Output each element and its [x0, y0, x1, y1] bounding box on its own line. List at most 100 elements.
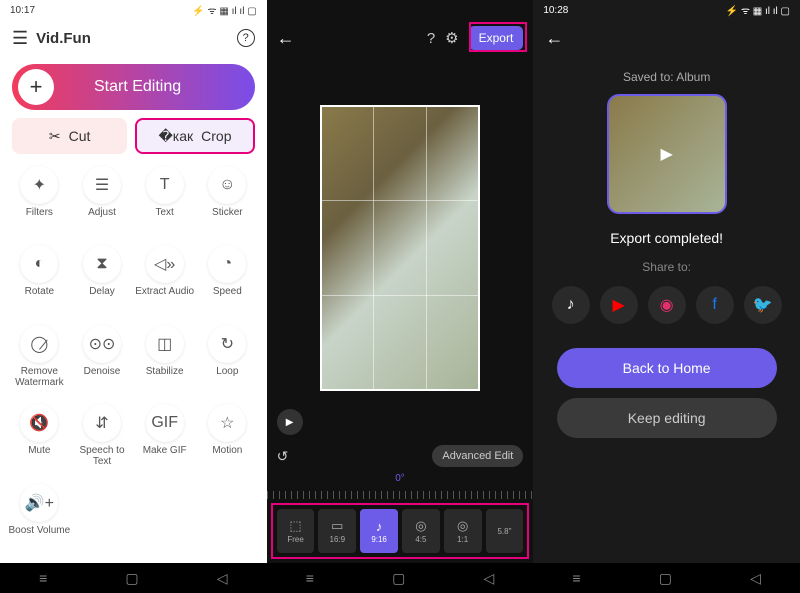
tool-label: Boost Volume: [8, 525, 70, 547]
ratio-Free[interactable]: ⬚Free: [277, 509, 315, 553]
nav-home-icon[interactable]: ▢: [125, 570, 138, 587]
tool-filters[interactable]: ✦Filters: [8, 166, 71, 241]
tool-icon: T: [146, 166, 184, 204]
tool-icon: ☺: [208, 166, 246, 204]
ratio-58[interactable]: 5.8": [486, 509, 524, 553]
crop-frame[interactable]: [320, 105, 480, 391]
ratio-916[interactable]: ♪9:16: [360, 509, 398, 553]
status-icons: ⚡ ᯤ ▦ ıl ıl ▢: [726, 3, 790, 17]
tool-motion[interactable]: ☆Motion: [196, 404, 259, 479]
keep-editing-button[interactable]: Keep editing: [557, 398, 777, 438]
tool-adjust[interactable]: ☰Adjust: [71, 166, 134, 241]
tool-text[interactable]: T Text: [133, 166, 196, 241]
tool-label: Text: [155, 207, 173, 229]
ratio-45[interactable]: ◎4:5: [402, 509, 440, 553]
advanced-edit-button[interactable]: Advanced Edit: [432, 445, 523, 467]
export-content: Saved to: Album ▶ Export completed! Shar…: [533, 56, 800, 563]
tool-make-gif[interactable]: GIF Make GIF: [133, 404, 196, 479]
app-header: ☰ Vid.Fun ?: [0, 20, 267, 56]
edit-bar: ↺ Advanced Edit: [267, 439, 534, 473]
start-editing-label: Start Editing: [94, 78, 181, 96]
tool-icon: ◁»: [146, 245, 184, 283]
back-icon[interactable]: ←: [545, 28, 563, 49]
menu-icon[interactable]: ☰: [12, 28, 28, 49]
nav-recent-icon[interactable]: ≡: [39, 570, 47, 586]
ratio-label: 9:16: [371, 535, 387, 544]
tool-boost-volume[interactable]: 🔊+Boost Volume: [8, 484, 71, 559]
tool-loop[interactable]: ↻Loop: [196, 325, 259, 400]
status-time: 10:17: [10, 5, 35, 16]
tool-sticker[interactable]: ☺Sticker: [196, 166, 259, 241]
help-icon[interactable]: ?: [237, 29, 255, 47]
tool-label: Denoise: [84, 366, 121, 388]
android-nav: ≡ ▢ ◁: [267, 563, 534, 593]
android-nav: ≡ ▢ ◁: [0, 563, 267, 593]
help-icon[interactable]: ?: [427, 30, 435, 47]
highlight-annotation: [469, 22, 527, 52]
tool-speed[interactable]: ◔Speed: [196, 245, 259, 320]
tool-mute[interactable]: 🔇Mute: [8, 404, 71, 479]
tool-label: Remove Watermark: [8, 366, 71, 388]
tool-icon: ◔: [208, 245, 246, 283]
undo-icon[interactable]: ↺: [277, 448, 289, 465]
tool-icon: ☆: [208, 404, 246, 442]
tool-icon: ◐: [20, 245, 58, 283]
cut-button[interactable]: ✂ Cut: [12, 118, 127, 154]
back-to-home-button[interactable]: Back to Home: [557, 348, 777, 388]
nav-back-icon[interactable]: ◁: [217, 570, 228, 587]
nav-back-icon[interactable]: ◁: [483, 570, 494, 587]
rotation-value: 0°: [395, 473, 405, 484]
nav-recent-icon[interactable]: ≡: [572, 570, 580, 586]
share-label: Share to:: [642, 260, 691, 274]
ratio-label: 1:1: [457, 535, 468, 544]
ratio-label: 4:5: [415, 535, 426, 544]
tool-delay[interactable]: ⧗ Delay: [71, 245, 134, 320]
back-icon[interactable]: ←: [277, 28, 295, 49]
ratio-169[interactable]: ▭16:9: [318, 509, 356, 553]
settings-icon[interactable]: ⚙: [445, 29, 458, 47]
play-button[interactable]: ▶: [277, 409, 303, 435]
crop-preview[interactable]: ▶: [267, 56, 534, 439]
app-title: Vid.Fun: [36, 30, 229, 47]
rotation-ruler[interactable]: 0°: [267, 473, 534, 503]
tool-speech-to-text[interactable]: ⇵Speech to Text: [71, 404, 134, 479]
tool-stabilize[interactable]: ◫Stabilize: [133, 325, 196, 400]
tool-icon: 🔇: [20, 404, 58, 442]
ratio-icon: ◎: [457, 518, 468, 534]
share-instagram-icon[interactable]: ◉: [648, 286, 686, 324]
ruler-ticks: [267, 491, 534, 499]
cut-label: Cut: [69, 128, 91, 144]
tool-extract-audio[interactable]: ◁» Extract Audio: [133, 245, 196, 320]
nav-recent-icon[interactable]: ≡: [306, 570, 314, 586]
screen-crop-editor: ← ? ⚙ Export ▶ ↺ Advanced Edit 0° ⬚Free▭…: [267, 0, 534, 593]
tool-icon: ◫: [146, 325, 184, 363]
nav-home-icon[interactable]: ▢: [659, 570, 672, 587]
ratio-11[interactable]: ◎1:1: [444, 509, 482, 553]
share-twitter-icon[interactable]: 🐦: [744, 286, 782, 324]
screen-export-complete: 10:28 ⚡ ᯤ ▦ ıl ıl ▢ ← Saved to: Album ▶ …: [533, 0, 800, 593]
nav-home-icon[interactable]: ▢: [392, 570, 405, 587]
tool-label: Extract Audio: [135, 286, 194, 308]
nav-back-icon[interactable]: ◁: [750, 570, 761, 587]
tool-label: Delay: [89, 286, 115, 308]
share-tiktok-icon[interactable]: ♪: [552, 286, 590, 324]
tool-rotate[interactable]: ◐Rotate: [8, 245, 71, 320]
start-editing-button[interactable]: + Start Editing: [12, 64, 255, 110]
share-youtube-icon[interactable]: ▶: [600, 286, 638, 324]
tool-label: Filters: [26, 207, 53, 229]
android-nav: ≡ ▢ ◁: [533, 563, 800, 593]
share-facebook-icon[interactable]: f: [696, 286, 734, 324]
tool-label: Make GIF: [143, 445, 187, 467]
ratio-icon: ⬚: [289, 518, 301, 534]
status-bar: [267, 0, 534, 20]
aspect-ratio-bar: ⬚Free▭16:9♪9:16◎4:5◎1:15.8": [271, 503, 530, 559]
crop-button[interactable]: �как Crop: [135, 118, 254, 154]
tool-remove-watermark[interactable]: ◯̷Remove Watermark: [8, 325, 71, 400]
video-thumbnail[interactable]: ▶: [607, 94, 727, 214]
ratio-label: 5.8": [497, 527, 511, 536]
tool-denoise[interactable]: ⊙⊙Denoise: [71, 325, 134, 400]
tool-icon: ☰: [83, 166, 121, 204]
saved-label: Saved to: Album: [623, 70, 710, 84]
tool-icon: ⧗: [83, 245, 121, 283]
tool-icon: GIF: [146, 404, 184, 442]
